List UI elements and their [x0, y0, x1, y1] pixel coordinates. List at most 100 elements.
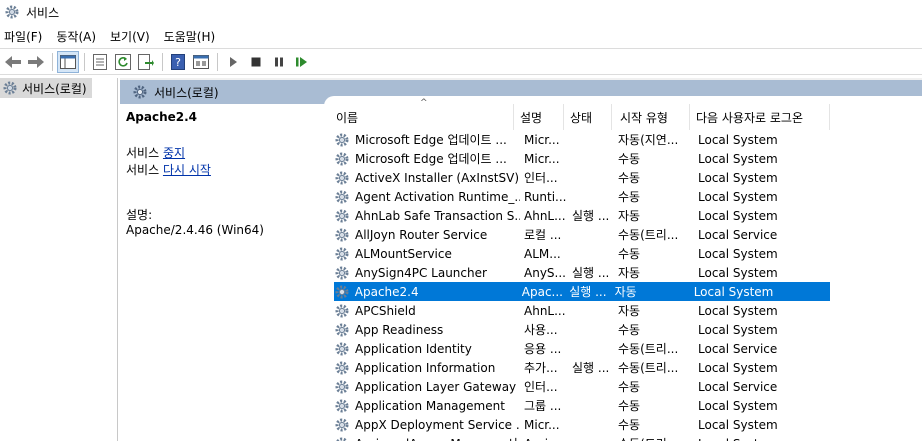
menu-view[interactable]: 보기(V) — [110, 28, 150, 45]
service-status-cell: 실행 ... — [572, 361, 610, 375]
service-row[interactable]: Application Information 추가... 실행 ... 수동(트리.… — [334, 358, 922, 377]
service-startup-cell: 수동 — [618, 418, 641, 432]
menu-action[interactable]: 동작(A) — [56, 28, 96, 45]
column-headers: ^ 이름 설명 상태 시작 유형 다음 사용자로 로그온 — [324, 98, 922, 130]
action-prefix: 서비스 — [126, 163, 160, 177]
service-logon-cell: Local System — [698, 303, 778, 318]
service-row[interactable]: Apache2.4 Apac... 실행 ... 자동 Local System — [334, 282, 830, 301]
service-name-cell: AppX Deployment Service ... — [355, 417, 520, 432]
service-row[interactable]: Application Management 그룹 ... 수동 Local Syst… — [334, 396, 922, 415]
service-description-cell: Apac... — [521, 284, 563, 299]
service-name-cell: ALMountService — [355, 246, 452, 261]
service-row[interactable]: APCShield AhnL... 자동 Local System — [334, 301, 922, 320]
resume-icon[interactable] — [291, 51, 313, 73]
service-startup-cell: 자동 — [618, 266, 641, 280]
service-row[interactable]: Microsoft Edge 업데이트 ... Micr... 자동(지연... Lo… — [334, 130, 922, 149]
service-row[interactable]: AppX Deployment Service ... Micr... 수동 Loca… — [334, 415, 922, 434]
service-startup-cell: 수동(트리... — [618, 228, 679, 242]
service-description-cell: 추가... — [524, 361, 558, 375]
service-row[interactable]: AllJoyn Router Service 로컬 ... 수동(트리... Loca… — [334, 225, 922, 244]
help-icon[interactable]: ? — [167, 51, 189, 73]
service-description-cell: 사용... — [524, 323, 558, 337]
service-description-cell: AhnL... — [524, 303, 566, 318]
service-row[interactable]: App Readiness 사용... 수동 Local System — [334, 320, 922, 339]
service-name-cell: Application Layer Gateway ... — [355, 379, 520, 394]
service-description-cell: ALM... — [524, 246, 561, 261]
show-hide-tree-icon[interactable] — [57, 50, 79, 73]
service-row[interactable]: Microsoft Edge 업데이트 ... Micr... 수동 Local Sy… — [334, 149, 922, 168]
gear-icon — [334, 303, 352, 319]
stop-service-link[interactable]: 중지 — [163, 146, 185, 160]
service-name-cell: AssignedAccessManager 서... — [352, 435, 520, 441]
service-logon-cell: Local System — [698, 417, 778, 432]
service-row[interactable]: ActiveX Installer (AxInstSV) 인터... 수동 Local… — [334, 168, 922, 187]
service-row[interactable]: Agent Activation Runtime_... Runti... 수동 Lo… — [334, 187, 922, 206]
service-row[interactable]: Application Identity 응용 ... 수동(트리... Local … — [334, 339, 922, 358]
column-header-description[interactable]: 설명 — [514, 104, 564, 130]
tree-item-label: 서비스(로컬) — [22, 81, 87, 96]
gear-icon — [334, 132, 352, 148]
service-name-cell: AhnLab Safe Transaction S... — [355, 208, 520, 223]
service-name-cell: App Readiness — [355, 322, 444, 337]
gear-icon — [334, 398, 352, 414]
toolbar-separator — [52, 52, 53, 71]
menu-help[interactable]: 도움말(H) — [164, 28, 216, 45]
gear-icon — [334, 341, 352, 357]
service-startup-cell: 수동 — [618, 152, 641, 166]
service-name-cell: Application Information — [355, 360, 496, 375]
column-header-logon-as[interactable]: 다음 사용자로 로그온 — [690, 104, 830, 130]
refresh-icon[interactable] — [112, 51, 134, 73]
service-name-cell: AnySign4PC Launcher — [355, 265, 487, 280]
menu-bar: 파일(F) 동작(A) 보기(V) 도움말(H) — [0, 24, 922, 48]
gear-icon — [334, 227, 352, 243]
forward-icon[interactable] — [25, 51, 47, 73]
gear-icon — [334, 189, 352, 205]
column-header-name[interactable]: ^ 이름 — [324, 98, 514, 130]
service-logon-cell: Local System — [693, 284, 774, 299]
service-status-cell: 실행 ... — [572, 209, 610, 223]
view-icon[interactable] — [190, 51, 212, 73]
properties-icon[interactable] — [89, 51, 111, 73]
service-row[interactable]: ALMountService ALM... 수동 Local System — [334, 244, 922, 263]
gear-icon — [334, 265, 352, 281]
back-icon[interactable] — [2, 51, 24, 73]
description-label: 설명: — [126, 208, 153, 222]
tree-item-services-local[interactable]: 서비스(로컬) — [0, 78, 92, 98]
restart-service-link[interactable]: 다시 시작 — [163, 163, 211, 177]
service-logon-cell: Local System — [698, 246, 778, 261]
column-header-startup-type[interactable]: 시작 유형 — [612, 104, 690, 130]
column-header-status[interactable]: 상태 — [564, 104, 612, 130]
service-logon-cell: Local System — [698, 170, 778, 185]
gear-icon — [334, 151, 352, 167]
gear-icon — [334, 417, 352, 433]
toolbar-separator — [84, 52, 85, 71]
service-name-cell: Application Identity — [355, 341, 472, 356]
window-title: 서비스 — [26, 5, 60, 20]
service-row[interactable]: AhnLab Safe Transaction S... AhnL... 실행 ..… — [334, 206, 922, 225]
gear-icon — [334, 284, 352, 300]
service-description-cell: Micr... — [524, 151, 560, 166]
export-icon[interactable] — [135, 51, 157, 73]
service-logon-cell: Local Service — [698, 341, 778, 356]
service-startup-cell: 수동 — [618, 399, 641, 413]
menu-file[interactable]: 파일(F) — [4, 28, 42, 45]
restart-action-line: 서비스 다시 시작 — [126, 161, 320, 178]
service-startup-cell: 수동 — [618, 171, 641, 185]
service-description-cell: Micr... — [524, 132, 560, 147]
service-logon-cell: Local System — [698, 151, 778, 166]
play-icon[interactable] — [222, 51, 244, 73]
service-status-cell: 실행 ... — [572, 266, 610, 280]
service-row[interactable]: AnySign4PC Launcher AnyS... 실행 ... 자동 Local … — [334, 263, 922, 282]
service-description-cell: AhnL... — [524, 208, 566, 223]
service-startup-cell: 수동(트리... — [618, 361, 679, 375]
pause-icon[interactable] — [268, 51, 290, 73]
service-logon-cell: Local System — [698, 398, 778, 413]
service-startup-cell: 자동(지연... — [618, 133, 679, 147]
stop-icon[interactable] — [245, 51, 267, 73]
service-startup-cell: 수동 — [618, 247, 641, 261]
action-prefix: 서비스 — [126, 146, 160, 160]
gear-icon — [334, 360, 352, 376]
service-row[interactable]: Application Layer Gateway ... 인터... 수동 Loca… — [334, 377, 922, 396]
gear-icon — [334, 379, 352, 395]
service-row[interactable]: AssignedAccessManager 서...Assig... 수동(트리.… — [334, 434, 922, 441]
